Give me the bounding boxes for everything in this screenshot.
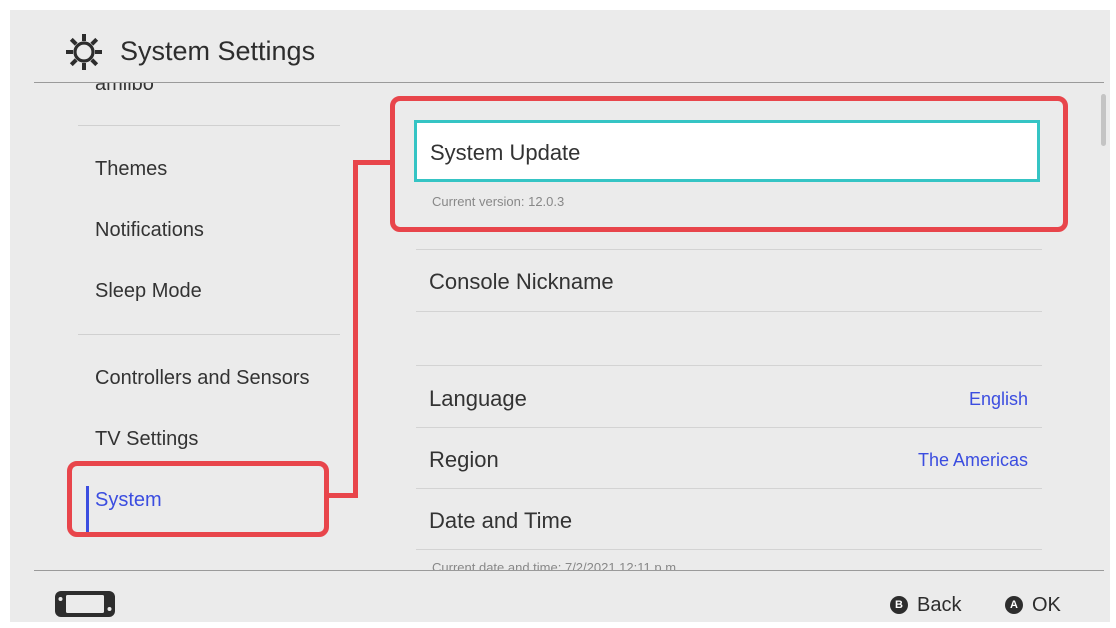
highlight-system-sidebar (67, 461, 329, 537)
sidebar-item-tv-settings[interactable]: TV Settings (95, 428, 198, 451)
page-title: System Settings (120, 36, 316, 66)
sidebar-item-controllers-and-sensors[interactable]: Controllers and Sensors (95, 367, 310, 390)
console-nickname-row[interactable]: Console Nickname (416, 250, 1042, 310)
back-button[interactable]: B Back (890, 592, 961, 618)
sidebar-item-notifications[interactable]: Notifications (95, 219, 204, 242)
language-label: Language (429, 386, 527, 411)
sidebar-item-sleep-mode[interactable]: Sleep Mode (95, 280, 202, 303)
b-button-icon: B (890, 596, 908, 614)
region-value: The Americas (917, 450, 1028, 470)
ok-button[interactable]: A OK (1005, 592, 1061, 618)
console-nickname-label: Console Nickname (429, 269, 614, 294)
highlight-system-update (390, 96, 1068, 232)
header: System Settings (10, 10, 1110, 82)
row-divider (416, 549, 1042, 550)
sidebar-divider (78, 334, 340, 335)
region-label: Region (429, 447, 499, 472)
highlight-connector (353, 160, 358, 498)
console-icon (55, 591, 115, 617)
ok-label: OK (1032, 593, 1061, 616)
language-value: English (968, 389, 1028, 409)
a-button-icon: A (1005, 596, 1023, 614)
current-date-time-text: Current date and time: 7/2/2021 12:11 p.… (432, 560, 680, 570)
highlight-connector (326, 493, 358, 498)
region-row[interactable]: Region The Americas (416, 428, 1042, 488)
date-and-time-label: Date and Time (429, 508, 573, 533)
row-divider (416, 311, 1042, 312)
row-divider (416, 365, 1042, 366)
scrollbar[interactable] (1101, 94, 1106, 146)
highlight-connector (353, 160, 395, 165)
footer-divider (34, 570, 1104, 571)
back-label: Back (917, 593, 962, 616)
sidebar-divider (78, 125, 340, 126)
switch-screen: System Settings amiibo Themes Notificati… (10, 10, 1110, 622)
sidebar-item-themes[interactable]: Themes (95, 158, 167, 181)
language-row[interactable]: Language English (416, 367, 1042, 427)
date-and-time-row[interactable]: Date and Time (416, 489, 1042, 549)
sidebar-item-amiibo[interactable]: amiibo (95, 83, 154, 96)
gear-icon (66, 34, 102, 70)
